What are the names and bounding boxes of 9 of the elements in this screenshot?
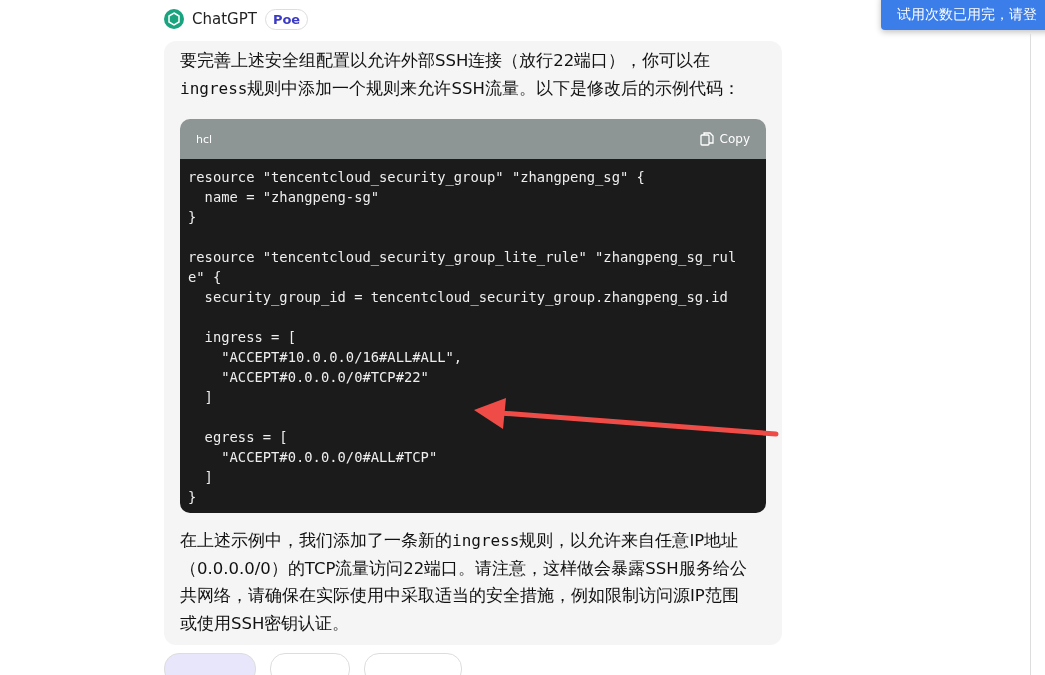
bot-name: ChatGPT: [192, 10, 257, 28]
copy-icon: [699, 132, 714, 146]
logo-icon: [164, 9, 184, 29]
copy-button[interactable]: Copy: [699, 132, 750, 146]
code-language: hcl: [196, 132, 213, 146]
code-text: resource "tencentcloud_security_group" "zhangpeng_sg" { name = "zhangpeng-sg" } resource "tencentcloud_security_group_lite_rule" "zhangpeng_sg_rul e" { security_group_id = tencentcloud_security_group.zhangpeng_sg.id ingress = [ "ACCEPT#10.0.0.0/16#ALL#ALL", "ACCEPT#0.0.0.0/0#TCP#22" ] egress = [ "ACCEPT#0.0.0.0/0#ALL#TCP" ] }: [180, 159, 766, 513]
intro-paragraph: 要完善上述安全组配置以允许外部SSH连接（放行22端口），你可以在 ingress规则中添加一个规则来允许SSH流量。以下是修改后的示例代码：: [180, 50, 741, 100]
toast-message: 试用次数已用完，请登: [881, 0, 1045, 30]
outro-paragraph: 在上述示例中，我们添加了一条新的ingress规则，以允许来自任意IP地址（0.0.0.0/0）的TCP流量访问22端口。请注意，这样做会暴露SSH服务给公共网络，请确保在实际使用中采取适当的安全措施，例如限制访问源IP范围或使用SSH密钥认证。: [180, 530, 748, 635]
